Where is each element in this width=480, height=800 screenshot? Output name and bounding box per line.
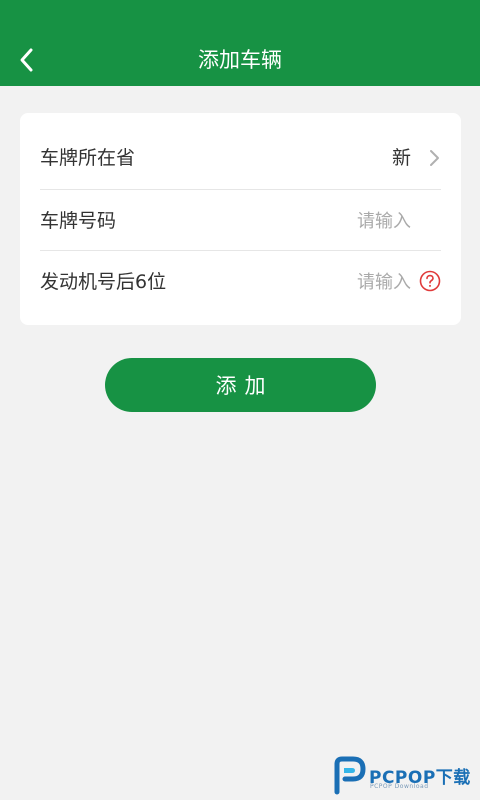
province-label: 车牌所在省	[40, 147, 136, 169]
province-row[interactable]: 车牌所在省 新	[40, 127, 441, 188]
app-header: 添加车辆	[0, 0, 480, 86]
add-vehicle-button[interactable]: 添加	[105, 358, 376, 412]
vehicle-form-card: 车牌所在省 新 车牌号码 发动机号后6位	[20, 113, 461, 325]
plate-number-row: 车牌号码	[40, 189, 441, 251]
engine-number-row: 发动机号后6位	[40, 250, 441, 312]
engine-number-label: 发动机号后6位	[40, 271, 167, 293]
plate-number-input[interactable]	[211, 206, 411, 236]
province-value: 新	[391, 147, 411, 169]
watermark: PCPOP下载 PCPOP Download	[333, 756, 478, 796]
plate-number-label: 车牌号码	[40, 210, 117, 232]
pcpop-logo-icon	[334, 756, 366, 795]
page-title: 添加车辆	[198, 48, 282, 72]
engine-number-input[interactable]	[211, 267, 411, 297]
chevron-right-icon	[430, 150, 439, 166]
watermark-sub: PCPOP Download	[370, 783, 429, 790]
help-circle-icon[interactable]	[419, 270, 441, 292]
